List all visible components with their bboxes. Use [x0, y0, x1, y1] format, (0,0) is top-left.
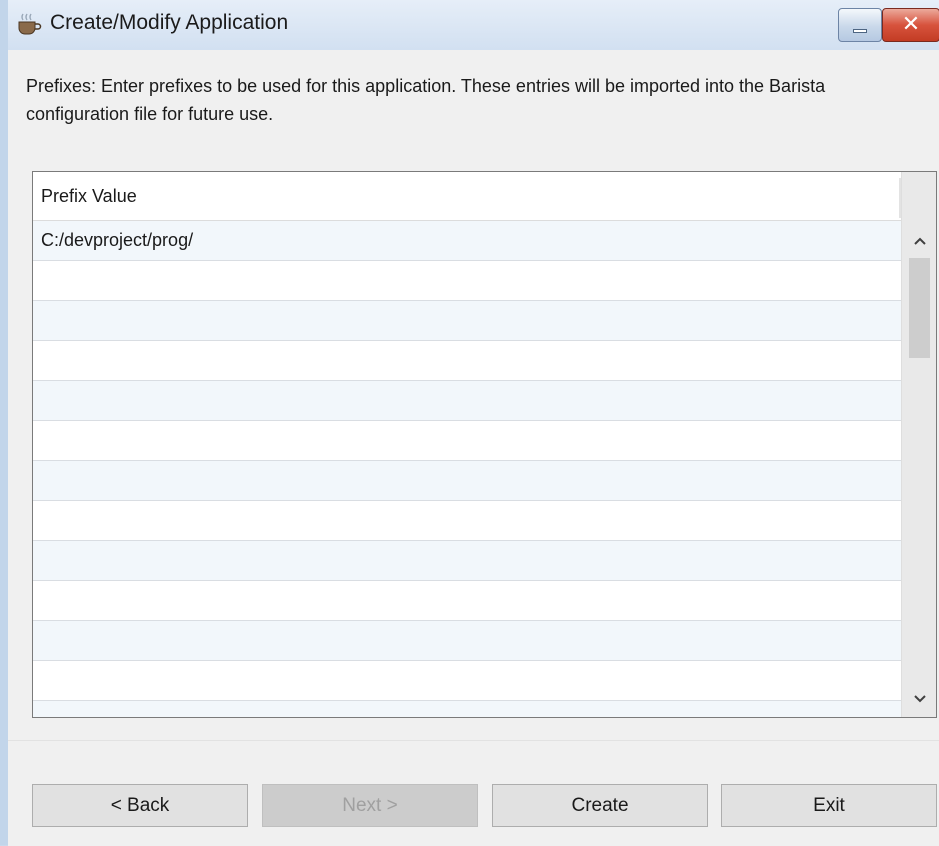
close-button[interactable]: ✕	[882, 8, 939, 42]
table-row[interactable]	[33, 541, 901, 581]
minimize-button[interactable]	[838, 8, 882, 42]
exit-button[interactable]: Exit	[721, 784, 937, 827]
table-row[interactable]	[33, 701, 901, 717]
create-button[interactable]: Create	[492, 784, 708, 827]
prefix-cell[interactable]: C:/devproject/prog/	[41, 230, 193, 251]
vertical-scrollbar[interactable]	[901, 172, 936, 717]
instructions-text: Prefixes: Enter prefixes to be used for …	[26, 76, 826, 124]
table-row[interactable]	[33, 261, 901, 301]
table-row[interactable]	[33, 421, 901, 461]
title-bar[interactable]: Create/Modify Application ✕	[8, 0, 939, 50]
table-row[interactable]	[33, 621, 901, 661]
table-row[interactable]: C:/devproject/prog/	[33, 221, 901, 261]
app-icon	[18, 13, 42, 35]
table-row[interactable]	[33, 661, 901, 701]
column-header-prefix-value[interactable]: Prefix Value	[41, 186, 137, 207]
table-row[interactable]	[33, 461, 901, 501]
scrollbar-thumb[interactable]	[909, 258, 930, 358]
grid-header: Prefix Value	[33, 172, 901, 221]
button-bar: < Back Next > Create Exit	[8, 740, 939, 846]
scroll-up-button[interactable]	[902, 224, 936, 258]
chevron-down-icon	[913, 695, 926, 703]
close-icon: ✕	[901, 11, 921, 36]
dialog-window: Create/Modify Application ✕ Prefixes: En…	[0, 0, 939, 846]
grid-rows: C:/devproject/prog/	[33, 221, 901, 717]
next-button[interactable]: Next >	[262, 784, 478, 827]
table-row[interactable]	[33, 341, 901, 381]
table-row[interactable]	[33, 501, 901, 541]
back-button[interactable]: < Back	[32, 784, 248, 827]
minimize-icon	[853, 29, 867, 33]
scroll-down-button[interactable]	[902, 682, 936, 716]
prefix-grid[interactable]: Prefix Value C:/devproject/prog/	[32, 171, 937, 718]
table-row[interactable]	[33, 301, 901, 341]
chevron-up-icon	[913, 237, 926, 245]
window-title: Create/Modify Application	[50, 11, 289, 34]
table-row[interactable]	[33, 381, 901, 421]
table-row[interactable]	[33, 581, 901, 621]
